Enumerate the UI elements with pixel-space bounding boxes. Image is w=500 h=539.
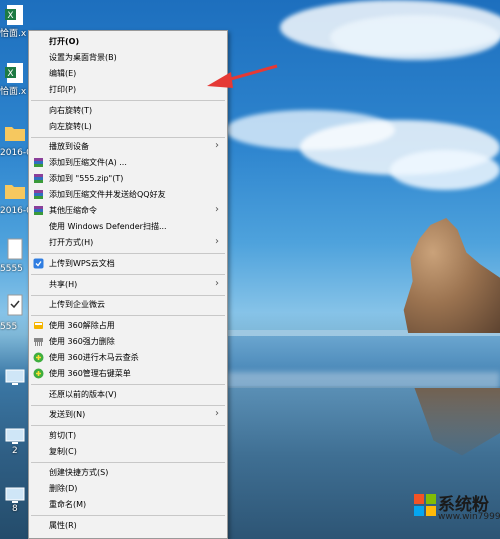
360-menu-icon: [33, 368, 44, 379]
menu-item-copy[interactable]: 复制(C): [29, 444, 227, 460]
360-scan-icon: [33, 352, 44, 363]
rock-formation: [403, 218, 500, 333]
menu-item-cast-to-device[interactable]: 播放到设备 ›: [29, 139, 227, 155]
excel-file-icon[interactable]: X: [4, 62, 26, 84]
winrar-archive-icon: [34, 206, 43, 215]
360-unlock-icon: [34, 322, 43, 329]
menu-separator: [31, 425, 225, 426]
menu-separator: [31, 405, 225, 406]
menu-item-360-trojan-scan[interactable]: 使用 360进行木马云查杀: [29, 350, 227, 366]
desktop-icon-label: 恰面.x: [0, 87, 27, 97]
menu-item-rename[interactable]: 重命名(M): [29, 497, 227, 513]
desktop-icon-label: 5555: [0, 264, 23, 274]
menu-item-cut[interactable]: 剪切(T): [29, 428, 227, 444]
menu-separator: [31, 515, 225, 516]
desktop-icon-label: 2: [12, 446, 18, 456]
menu-separator: [31, 100, 225, 101]
chevron-right-icon: ›: [215, 140, 219, 151]
excel-file-icon[interactable]: X: [4, 4, 26, 26]
menu-item-share[interactable]: 共享(H) ›: [29, 277, 227, 293]
menu-separator: [31, 253, 225, 254]
chevron-right-icon: ›: [215, 278, 219, 289]
menu-item-open-with[interactable]: 打开方式(H) ›: [29, 235, 227, 251]
menu-separator: [31, 315, 225, 316]
menu-item-set-wallpaper[interactable]: 设置为桌面背景(B): [29, 50, 227, 66]
document-icon[interactable]: [4, 238, 26, 260]
menu-separator: [31, 462, 225, 463]
folder-icon[interactable]: [4, 122, 26, 144]
winrar-archive-icon: [34, 158, 43, 167]
menu-item-open[interactable]: 打开(O): [29, 34, 227, 50]
desktop-icon-label: 8: [12, 504, 18, 514]
menu-item-rotate-right[interactable]: 向右旋转(T): [29, 103, 227, 119]
menu-item-properties[interactable]: 属性(R): [29, 518, 227, 534]
menu-separator: [31, 384, 225, 385]
windows-logo-icon: [414, 494, 436, 516]
checked-document-icon[interactable]: [4, 294, 26, 316]
menu-item-360-unlock[interactable]: 使用 360解除占用: [29, 318, 227, 334]
monitor-icon[interactable]: [4, 425, 26, 447]
context-menu: 打开(O) 设置为桌面背景(B) 编辑(E) 打印(P) 向右旋转(T) 向左旋…: [28, 30, 228, 539]
360-shred-icon: [34, 338, 43, 346]
red-arrow-annotation-icon: [207, 64, 278, 88]
watermark-url: www.win7999.com: [438, 512, 500, 522]
cloud: [390, 150, 500, 190]
menu-item-send-to[interactable]: 发送到(N) ›: [29, 407, 227, 423]
menu-item-create-shortcut[interactable]: 创建快捷方式(S): [29, 465, 227, 481]
menu-item-add-to-zip[interactable]: 添加到 "555.zip"(T): [29, 171, 227, 187]
svg-text:X: X: [7, 69, 13, 79]
menu-item-archive-send-qq[interactable]: 添加到压缩文件并发送给QQ好友: [29, 187, 227, 203]
wps-cloud-icon: [33, 258, 44, 269]
menu-separator: [31, 274, 225, 275]
monitor-icon[interactable]: [4, 366, 26, 388]
menu-item-360-force-delete[interactable]: 使用 360强力删除: [29, 334, 227, 350]
chevron-right-icon: ›: [215, 236, 219, 247]
menu-item-edit[interactable]: 编辑(E): [29, 66, 227, 82]
menu-item-other-archive-commands[interactable]: 其他压缩命令 ›: [29, 203, 227, 219]
menu-separator: [31, 295, 225, 296]
folder-icon[interactable]: [4, 180, 26, 202]
menu-item-delete[interactable]: 删除(D): [29, 481, 227, 497]
svg-text:X: X: [7, 11, 13, 21]
monitor-icon[interactable]: [4, 484, 26, 506]
menu-item-weiyun-upload[interactable]: 上传到企业微云: [29, 297, 227, 313]
menu-item-add-to-archive[interactable]: 添加到压缩文件(A) ...: [29, 155, 227, 171]
watermark: 系统粉 www.win7999.com: [400, 488, 500, 539]
menu-item-360-manage-menu[interactable]: 使用 360管理右键菜单: [29, 366, 227, 382]
desktop-icon-label: 恰面.x: [0, 29, 27, 39]
menu-separator: [31, 137, 225, 138]
menu-item-print[interactable]: 打印(P): [29, 82, 227, 98]
menu-item-rotate-left[interactable]: 向左旋转(L): [29, 119, 227, 135]
menu-item-wps-cloud[interactable]: 上传到WPS云文档: [29, 256, 227, 272]
winrar-archive-icon: [34, 174, 43, 183]
menu-item-defender-scan[interactable]: 使用 Windows Defender扫描...: [29, 219, 227, 235]
desktop-icon-label: 555: [0, 322, 18, 332]
cloud: [330, 15, 500, 60]
menu-item-restore-previous[interactable]: 还原以前的版本(V): [29, 387, 227, 403]
winrar-archive-icon: [34, 190, 43, 199]
chevron-right-icon: ›: [215, 408, 219, 419]
chevron-right-icon: ›: [215, 204, 219, 215]
